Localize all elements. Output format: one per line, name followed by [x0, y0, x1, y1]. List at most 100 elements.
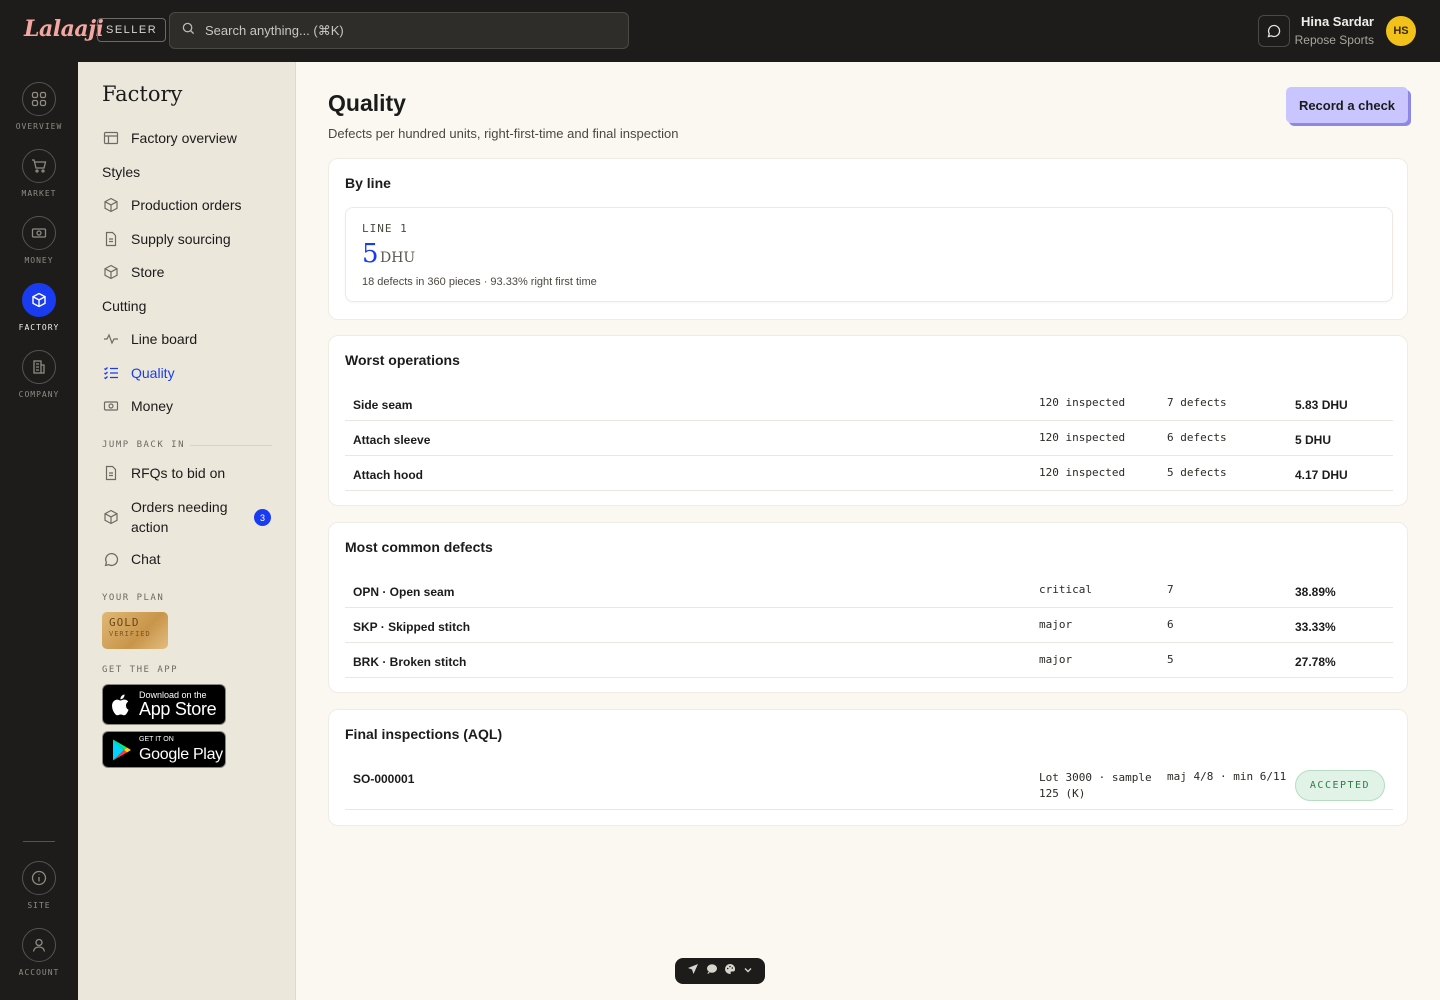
- lot-line-2: 125 (K): [1039, 787, 1086, 800]
- rail-item-overview[interactable]: OVERVIEW: [0, 82, 78, 131]
- seller-badge: SELLER: [97, 18, 167, 42]
- sidebar-item-line-board[interactable]: Line board: [102, 330, 197, 348]
- sidebar-item-store[interactable]: Store: [102, 263, 164, 281]
- app-store-button[interactable]: Download on the App Store: [102, 684, 226, 725]
- page-subtitle: Defects per hundred units, right-first-t…: [328, 126, 679, 141]
- rail-label: OVERVIEW: [15, 122, 63, 131]
- rail-label: MARKET: [21, 189, 57, 198]
- defect-severity: major: [1039, 618, 1073, 631]
- sidebar-item-money[interactable]: Money: [102, 397, 173, 415]
- sidebar-item-orders-needing-action[interactable]: Orders needing action: [102, 497, 228, 537]
- by-line-card: By line LINE 1 5 DHU 18 defects in 360 p…: [328, 158, 1408, 320]
- table-row[interactable]: Attach sleeve 120 inspected 6 defects 5 …: [345, 421, 1393, 456]
- apple-icon: [112, 694, 129, 715]
- send-icon[interactable]: [687, 962, 699, 980]
- sidebar-section-styles[interactable]: Styles: [102, 164, 140, 180]
- status-badge: ACCEPTED: [1295, 770, 1385, 801]
- chevron-down-icon[interactable]: [743, 962, 753, 980]
- main-content: Quality Defects per hundred units, right…: [296, 62, 1440, 1000]
- line-summary[interactable]: LINE 1 5 DHU 18 defects in 360 pieces · …: [345, 207, 1393, 302]
- rail-label: FACTORY: [18, 323, 60, 332]
- chat-button[interactable]: [1258, 15, 1290, 47]
- dhu-unit: DHU: [380, 250, 416, 266]
- sidebar-item-rfqs[interactable]: RFQs to bid on: [102, 464, 225, 482]
- inspected-count: 120 inspected: [1039, 396, 1126, 409]
- user-info[interactable]: Hina Sardar Repose Sports: [1295, 14, 1374, 47]
- table-row[interactable]: BRK · Broken stitch major 5 27.78%: [345, 643, 1393, 678]
- search-box[interactable]: [169, 12, 629, 49]
- defect-name: BRK · Broken stitch: [353, 655, 467, 669]
- jump-back-caption: JUMP BACK IN: [102, 440, 186, 450]
- box-icon: [102, 508, 120, 526]
- logo[interactable]: Lalaaji: [24, 16, 104, 42]
- comment-icon[interactable]: [706, 962, 718, 980]
- money-icon: [22, 216, 56, 250]
- chat-bubble-icon: [102, 550, 120, 568]
- card-title: Worst operations: [345, 352, 460, 368]
- plan-badge[interactable]: GOLD VERIFIED: [102, 612, 168, 649]
- rail-item-market[interactable]: MARKET: [0, 149, 78, 198]
- sidebar-item-label: Factory overview: [131, 130, 237, 146]
- rail-item-company[interactable]: COMPANY: [0, 350, 78, 399]
- google-play-button[interactable]: GET IT ON Google Play: [102, 731, 226, 768]
- defect-count: 5 defects: [1167, 466, 1227, 479]
- record-check-button[interactable]: Record a check: [1286, 87, 1408, 123]
- defect-severity: critical: [1039, 583, 1092, 596]
- sidebar-item-factory-overview[interactable]: Factory overview: [102, 129, 237, 147]
- sidebar-item-label-line2: action: [131, 519, 169, 535]
- rail-item-factory[interactable]: FACTORY: [0, 283, 78, 332]
- plan-caption: YOUR PLAN: [102, 593, 165, 603]
- building-icon: [22, 350, 56, 384]
- sidebar-item-label: Orders needing: [131, 499, 228, 515]
- sidebar-section-cutting[interactable]: Cutting: [102, 298, 146, 314]
- defect-count: 6: [1167, 618, 1174, 631]
- table-row[interactable]: OPN · Open seam critical 7 38.89%: [345, 573, 1393, 608]
- defect-count: 5: [1167, 653, 1174, 666]
- line-note: 18 defects in 360 pieces · 93.33% right …: [362, 276, 597, 288]
- plan-name: GOLD: [109, 616, 140, 629]
- box-icon: [102, 263, 120, 281]
- search-input[interactable]: [205, 23, 585, 38]
- defect-count: 6 defects: [1167, 431, 1227, 444]
- sidebar-item-supply-sourcing[interactable]: Supply sourcing: [102, 230, 231, 248]
- palette-icon[interactable]: [724, 962, 736, 980]
- caption-divider: [190, 445, 272, 446]
- defect-share: 27.78%: [1295, 655, 1336, 669]
- table-row[interactable]: Side seam 120 inspected 7 defects 5.83 D…: [345, 386, 1393, 421]
- sidebar-item-chat[interactable]: Chat: [102, 550, 161, 568]
- rail-item-site[interactable]: SITE: [0, 861, 78, 910]
- top-bar: Lalaaji SELLER Hina Sardar Repose Sports…: [0, 0, 1440, 62]
- table-row[interactable]: SKP · Skipped stitch major 6 33.33%: [345, 608, 1393, 643]
- grid-icon: [22, 82, 56, 116]
- page-title: Quality: [328, 90, 406, 116]
- document-icon: [102, 230, 120, 248]
- rail-item-account[interactable]: ACCOUNT: [0, 928, 78, 977]
- rail-label: SITE: [27, 901, 51, 910]
- icon-rail: OVERVIEW MARKET MONEY FACTORY COMPANY SI…: [0, 62, 78, 1000]
- table-row[interactable]: Attach hood 120 inspected 5 defects 4.17…: [345, 456, 1393, 491]
- worst-operations-card: Worst operations Side seam 120 inspected…: [328, 335, 1408, 506]
- table-row[interactable]: SO-000001 Lot 3000 · sample 125 (K) maj …: [345, 760, 1393, 810]
- play-store-icon: [113, 739, 131, 760]
- floating-toolbar: [675, 958, 765, 984]
- line-label: LINE 1: [362, 222, 408, 235]
- appstore-big-text: App Store: [139, 699, 217, 719]
- factory-sidebar: Factory Factory overview Styles Producti…: [78, 62, 296, 1000]
- play-small-text: GET IT ON: [139, 736, 174, 743]
- rail-item-money[interactable]: MONEY: [0, 216, 78, 265]
- avatar[interactable]: HS: [1386, 16, 1416, 46]
- sidebar-item-label: Chat: [131, 551, 161, 567]
- card-title: By line: [345, 175, 391, 191]
- sidebar-item-label: Money: [131, 398, 174, 414]
- info-icon: [22, 861, 56, 895]
- sidebar-item-label: Store: [131, 264, 165, 280]
- checklist-icon: [102, 364, 120, 382]
- rail-label: MONEY: [24, 256, 54, 265]
- dhu-value: 5: [362, 239, 379, 269]
- app-caption: GET THE APP: [102, 665, 179, 675]
- sidebar-item-quality[interactable]: Quality: [102, 364, 175, 382]
- dhu-cell: 5 DHU: [1295, 433, 1332, 447]
- sidebar-item-label: Quality: [131, 365, 175, 381]
- orders-count-badge: 3: [254, 509, 271, 526]
- sidebar-item-production-orders[interactable]: Production orders: [102, 196, 242, 214]
